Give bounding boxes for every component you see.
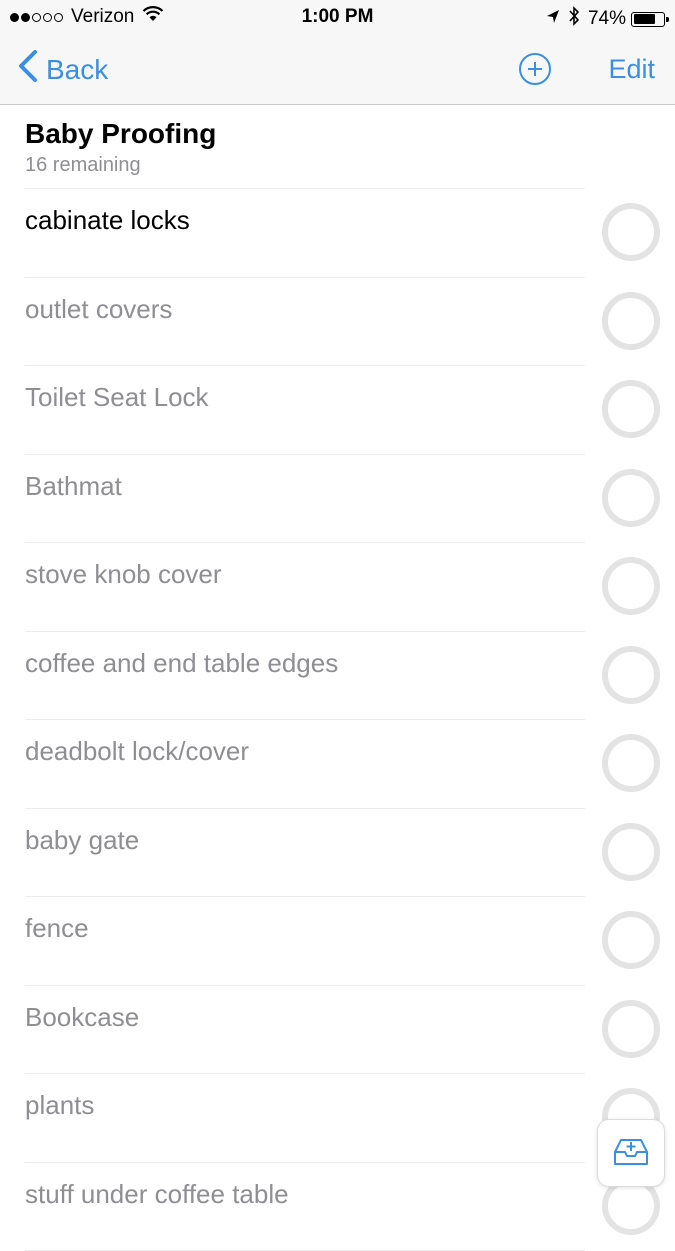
list-item[interactable]: stove knob cover <box>0 543 675 632</box>
reminder-list: cabinate locks outlet covers Toilet Seat L… <box>0 189 675 1251</box>
status-bar: Verizon 1:00 PM 74% <box>0 0 675 36</box>
back-label: Back <box>46 54 108 86</box>
list-item[interactable]: deadbolt lock/cover <box>0 720 675 809</box>
inbox-add-icon <box>611 1134 651 1173</box>
location-arrow-icon <box>546 8 568 30</box>
list-item[interactable]: plants <box>0 1074 675 1163</box>
battery-cap <box>666 17 669 22</box>
completion-checkbox[interactable] <box>602 292 660 350</box>
list-title: Baby Proofing <box>25 118 585 150</box>
completion-checkbox[interactable] <box>602 203 660 261</box>
completion-checkbox[interactable] <box>602 380 660 438</box>
item-label[interactable]: coffee and end table edges <box>25 648 338 679</box>
list-item[interactable]: Bookcase <box>0 986 675 1075</box>
list-item[interactable]: Bathmat <box>0 455 675 544</box>
item-label[interactable]: outlet covers <box>25 294 172 325</box>
chevron-left-icon <box>18 50 46 89</box>
inbox-add-button[interactable] <box>597 1119 665 1187</box>
item-label[interactable]: stove knob cover <box>25 559 222 590</box>
item-label[interactable]: plants <box>25 1090 94 1121</box>
completion-checkbox[interactable] <box>602 469 660 527</box>
list-item[interactable]: Toilet Seat Lock <box>0 366 675 455</box>
battery-percent: 74% <box>588 8 626 30</box>
list-item[interactable]: cabinate locks <box>0 189 675 278</box>
item-label[interactable]: cabinate locks <box>25 205 190 236</box>
remaining-count: 16 remaining <box>25 154 585 177</box>
list-item[interactable]: outlet covers <box>0 278 675 367</box>
completion-checkbox[interactable] <box>602 823 660 881</box>
completion-checkbox[interactable] <box>602 1000 660 1058</box>
item-label[interactable]: fence <box>25 913 89 944</box>
completion-checkbox[interactable] <box>602 557 660 615</box>
status-right: 74% <box>546 6 665 32</box>
completion-checkbox[interactable] <box>602 646 660 704</box>
item-label[interactable]: Toilet Seat Lock <box>25 382 209 413</box>
list-item[interactable]: fence <box>0 897 675 986</box>
item-label[interactable]: Bookcase <box>25 1002 139 1033</box>
item-label[interactable]: stuff under coffee table <box>25 1179 289 1210</box>
item-label[interactable]: Bathmat <box>25 471 122 502</box>
battery-fill <box>634 14 655 24</box>
list-header: Baby Proofing 16 remaining <box>25 118 585 177</box>
back-button[interactable]: Back <box>18 50 108 89</box>
item-label[interactable]: deadbolt lock/cover <box>25 736 249 767</box>
list-item[interactable]: baby gate <box>0 809 675 898</box>
battery-icon <box>631 12 665 27</box>
plus-circle-icon <box>518 73 552 90</box>
list-item[interactable]: coffee and end table edges <box>0 632 675 721</box>
bluetooth-icon <box>568 6 588 32</box>
item-label[interactable]: baby gate <box>25 825 139 856</box>
navigation-bar: Back Edit <box>0 36 675 105</box>
edit-button[interactable]: Edit <box>608 54 655 85</box>
list-item[interactable]: stuff under coffee table <box>0 1163 675 1251</box>
completion-checkbox[interactable] <box>602 911 660 969</box>
completion-checkbox[interactable] <box>602 734 660 792</box>
add-item-button[interactable] <box>518 52 552 91</box>
